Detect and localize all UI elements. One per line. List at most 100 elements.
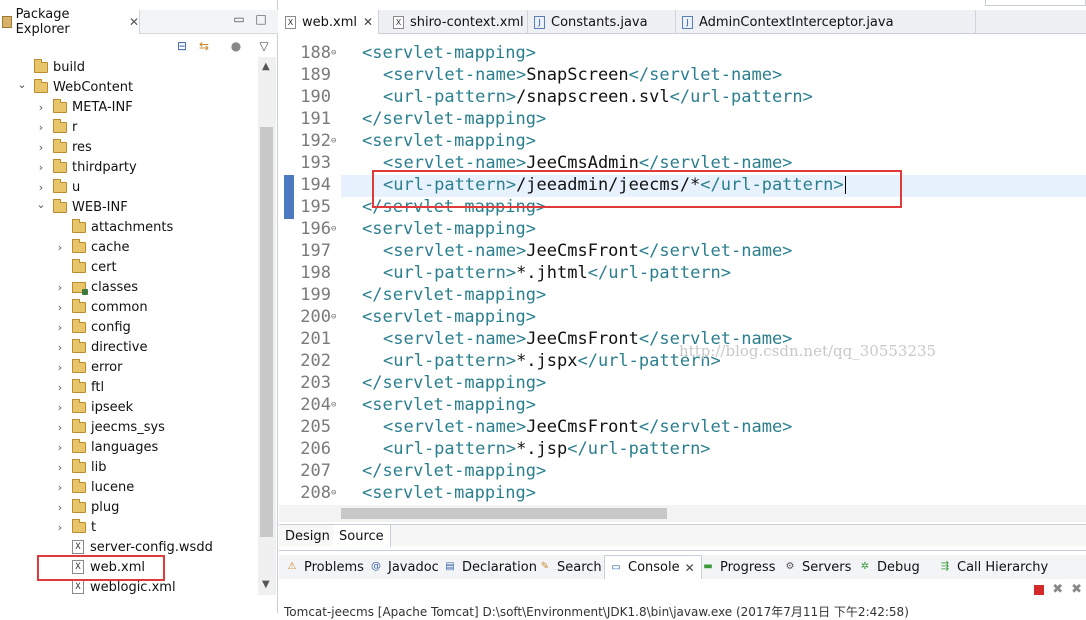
tree-item[interactable]: › cache xyxy=(54,237,130,257)
quick-access-box[interactable] xyxy=(985,0,1086,6)
code-line[interactable]: <servlet-mapping> xyxy=(362,483,536,503)
fold-toggle-icon[interactable]: ⊖ xyxy=(331,136,336,146)
chevron-right-icon[interactable]: › xyxy=(54,521,66,534)
view-menu-icon[interactable]: ▽ xyxy=(256,39,272,53)
tree-item[interactable]: ⌄ WEB-INF xyxy=(35,197,127,217)
tree-item[interactable]: › thirdparty xyxy=(35,157,137,177)
editor-scrollbar-thumb[interactable] xyxy=(341,508,667,519)
chevron-down-icon[interactable]: ⌄ xyxy=(16,78,28,91)
console-tab[interactable]: ⚙ Servers xyxy=(779,555,852,579)
tree-item[interactable]: › ftl xyxy=(54,377,104,397)
chevron-right-icon[interactable]: › xyxy=(54,441,66,454)
close-icon[interactable]: ✕ xyxy=(129,15,139,29)
code-line[interactable]: <servlet-mapping> xyxy=(362,395,536,415)
fold-toggle-icon[interactable]: ⊖ xyxy=(331,400,336,410)
code-line[interactable]: <servlet-name>JeeCmsFront</servlet-name> xyxy=(383,417,792,437)
code-line[interactable]: <servlet-mapping> xyxy=(362,131,536,151)
code-line[interactable]: <url-pattern>/snapscreen.svl</url-patter… xyxy=(383,87,813,107)
code-line[interactable]: <url-pattern>*.jspx</url-pattern> xyxy=(383,351,721,371)
code-line[interactable]: </servlet-mapping> xyxy=(362,109,546,129)
package-explorer-tab[interactable]: Package Explorer ✕ xyxy=(0,7,140,37)
fold-toggle-icon[interactable]: ⊖ xyxy=(331,224,336,234)
tree-item[interactable]: › classes xyxy=(54,277,138,297)
tree-item[interactable]: › r xyxy=(35,117,77,137)
fold-toggle-icon[interactable]: ⊖ xyxy=(331,312,336,322)
tree-item[interactable]: attachments xyxy=(54,217,173,237)
terminate-icon[interactable] xyxy=(1034,585,1045,595)
code-line[interactable]: <servlet-name>JeeCmsFront</servlet-name> xyxy=(383,241,792,261)
editor-mode-tab[interactable]: Design xyxy=(279,525,337,547)
chevron-right-icon[interactable]: › xyxy=(35,121,47,134)
tree-item[interactable]: ⌄ WebContent xyxy=(16,77,133,97)
tree-item[interactable]: › lib xyxy=(54,457,106,477)
code-line[interactable]: <servlet-mapping> xyxy=(362,219,536,239)
chevron-right-icon[interactable]: › xyxy=(54,321,66,334)
console-tab[interactable]: ✲ Debug xyxy=(854,555,920,579)
code-area[interactable]: 188 ⊖ <servlet-mapping> 189 <servlet-name>Sn… xyxy=(279,34,1086,504)
tree-item[interactable]: build xyxy=(16,57,85,77)
tree-item[interactable]: › u xyxy=(35,177,80,197)
chevron-right-icon[interactable]: › xyxy=(54,461,66,474)
tree-item[interactable]: › directive xyxy=(54,337,147,357)
console-tab[interactable]: ✎ Search xyxy=(534,555,602,579)
close-icon[interactable]: ✕ xyxy=(685,561,695,575)
chevron-right-icon[interactable]: › xyxy=(35,181,47,194)
chevron-right-icon[interactable]: › xyxy=(54,281,66,294)
chevron-right-icon[interactable]: › xyxy=(54,341,66,354)
console-tab[interactable]: ▬ Progress xyxy=(697,555,775,579)
chevron-right-icon[interactable]: › xyxy=(54,481,66,494)
focus-on-active-task-icon[interactable]: ● xyxy=(228,39,244,53)
tree-scrollbar[interactable]: ▲ ▼ xyxy=(258,57,276,595)
tree-item[interactable]: › jeecms_sys xyxy=(54,417,165,437)
code-line[interactable]: <servlet-mapping> xyxy=(362,307,536,327)
chevron-right-icon[interactable]: › xyxy=(54,381,66,394)
link-with-editor-icon[interactable]: ⇆ xyxy=(196,39,212,53)
tree-item[interactable]: › plug xyxy=(54,497,119,517)
tree-item[interactable]: › META-INF xyxy=(35,97,133,117)
code-line[interactable]: <servlet-mapping> xyxy=(362,43,536,63)
tree-item[interactable]: › config xyxy=(54,317,131,337)
tree-item[interactable]: › error xyxy=(54,357,122,377)
editor-tab[interactable]: Xweb.xml ✕ xyxy=(279,10,379,34)
fold-toggle-icon[interactable]: ⊖ xyxy=(331,488,336,498)
console-tab[interactable]: @ Javadoc xyxy=(365,555,439,579)
chevron-down-icon[interactable]: ⌄ xyxy=(35,198,47,211)
chevron-right-icon[interactable]: › xyxy=(54,241,66,254)
scroll-up-icon[interactable]: ▲ xyxy=(262,61,270,72)
code-line[interactable]: </servlet-mapping> xyxy=(362,461,546,481)
remove-launch-icon[interactable]: ✖ xyxy=(1052,583,1063,596)
chevron-right-icon[interactable]: › xyxy=(54,361,66,374)
collapse-all-icon[interactable]: ⊟ xyxy=(174,39,190,53)
tree-item[interactable]: cert xyxy=(54,257,117,277)
remove-all-launches-icon[interactable]: ✖ xyxy=(1071,583,1082,596)
code-line[interactable]: <servlet-name>SnapScreen</servlet-name> xyxy=(383,65,782,85)
console-tab[interactable]: ⇶ Call Hierarchy xyxy=(934,555,1048,579)
editor-tab[interactable]: J Constants.java xyxy=(528,10,676,34)
tree-item[interactable]: › common xyxy=(54,297,148,317)
tree-item[interactable]: › languages xyxy=(54,437,158,457)
code-line[interactable]: <url-pattern>*.jsp</url-pattern> xyxy=(383,439,711,459)
maximize-icon[interactable]: □ xyxy=(254,12,268,26)
code-line[interactable]: </servlet-mapping> xyxy=(362,285,546,305)
console-tab[interactable]: ▤ Declaration xyxy=(439,555,537,579)
chevron-right-icon[interactable]: › xyxy=(35,141,47,154)
editor-tab[interactable]: J AdminContextInterceptor.java xyxy=(676,10,976,34)
minimize-icon[interactable]: ▭ xyxy=(232,12,246,26)
tree-item[interactable]: › res xyxy=(35,137,92,157)
chevron-right-icon[interactable]: › xyxy=(35,101,47,114)
tree-item[interactable]: › lucene xyxy=(54,477,134,497)
fold-toggle-icon[interactable]: ⊖ xyxy=(331,48,336,58)
console-tab[interactable]: ▭ Console ✕ xyxy=(604,555,702,579)
tree-item[interactable]: › t xyxy=(54,517,96,537)
editor-horizontal-scrollbar[interactable] xyxy=(279,505,1086,522)
code-line[interactable]: <url-pattern>*.jhtml</url-pattern> xyxy=(383,263,731,283)
tree-item[interactable]: › ipseek xyxy=(54,397,133,417)
editor-mode-tab[interactable]: Source xyxy=(333,525,391,547)
chevron-right-icon[interactable]: › xyxy=(54,301,66,314)
code-line[interactable]: </servlet-mapping> xyxy=(362,373,546,393)
scroll-down-icon[interactable]: ▼ xyxy=(262,579,270,590)
chevron-right-icon[interactable]: › xyxy=(54,421,66,434)
tree-item[interactable]: Xserver-config.wsdd xyxy=(54,537,213,557)
close-icon[interactable]: ✕ xyxy=(363,15,373,29)
tree-scrollbar-thumb[interactable] xyxy=(260,127,273,537)
